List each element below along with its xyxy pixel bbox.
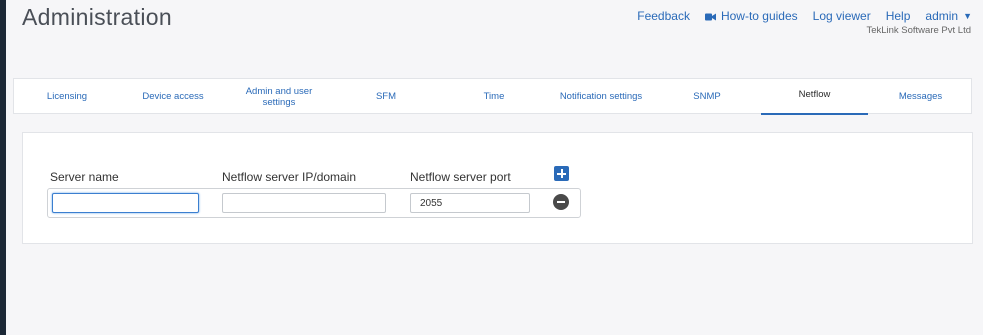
howto-guides-label: How-to guides xyxy=(720,9,798,23)
tab-label: Netflow xyxy=(798,89,831,100)
top-navigation: Feedback How-to guides Log viewer Help a… xyxy=(637,9,972,23)
feedback-link[interactable]: Feedback xyxy=(637,9,690,23)
server-name-input[interactable] xyxy=(52,193,199,213)
tab-notification-settings[interactable]: Notification settings xyxy=(548,79,654,114)
add-row-button[interactable] xyxy=(554,166,569,181)
tab-time[interactable]: Time xyxy=(440,79,548,114)
caret-down-icon: ▼ xyxy=(963,11,972,21)
user-menu[interactable]: admin ▼ xyxy=(925,9,972,23)
tab-label: SNMP xyxy=(693,91,721,102)
left-sidebar-edge xyxy=(0,0,6,335)
tab-netflow[interactable]: Netflow xyxy=(761,79,868,115)
log-viewer-link[interactable]: Log viewer xyxy=(813,9,871,23)
tab-snmp[interactable]: SNMP xyxy=(654,79,760,114)
tab-messages[interactable]: Messages xyxy=(868,79,973,114)
port-input[interactable] xyxy=(410,193,530,213)
server-name-column-label: Server name xyxy=(50,170,119,184)
tab-label: Admin and user settings xyxy=(245,85,313,108)
tab-licensing[interactable]: Licensing xyxy=(14,79,120,114)
tab-device-access[interactable]: Device access xyxy=(120,79,226,114)
tab-label: Notification settings xyxy=(559,91,643,102)
page-title: Administration xyxy=(22,4,172,30)
howto-guides-link[interactable]: How-to guides xyxy=(704,9,798,23)
user-name: admin xyxy=(925,9,959,23)
tab-admin-and-user-settings[interactable]: Admin and user settings xyxy=(226,79,332,114)
tab-sfm[interactable]: SFM xyxy=(332,79,440,114)
company-name: TekLink Software Pvt Ltd xyxy=(866,25,971,36)
settings-tab-bar: Licensing Device access Admin and user s… xyxy=(13,78,973,115)
remove-row-button[interactable] xyxy=(553,194,569,210)
tab-label: SFM xyxy=(375,91,397,102)
tab-label: Messages xyxy=(898,91,943,102)
tab-label: Licensing xyxy=(46,91,88,102)
ip-domain-column-label: Netflow server IP/domain xyxy=(222,170,357,184)
tab-label: Device access xyxy=(142,91,204,102)
port-column-label: Netflow server port xyxy=(410,170,511,184)
tab-label: Time xyxy=(483,91,505,102)
ip-domain-input[interactable] xyxy=(222,193,386,213)
help-link[interactable]: Help xyxy=(886,9,911,23)
video-camera-icon xyxy=(704,13,716,21)
